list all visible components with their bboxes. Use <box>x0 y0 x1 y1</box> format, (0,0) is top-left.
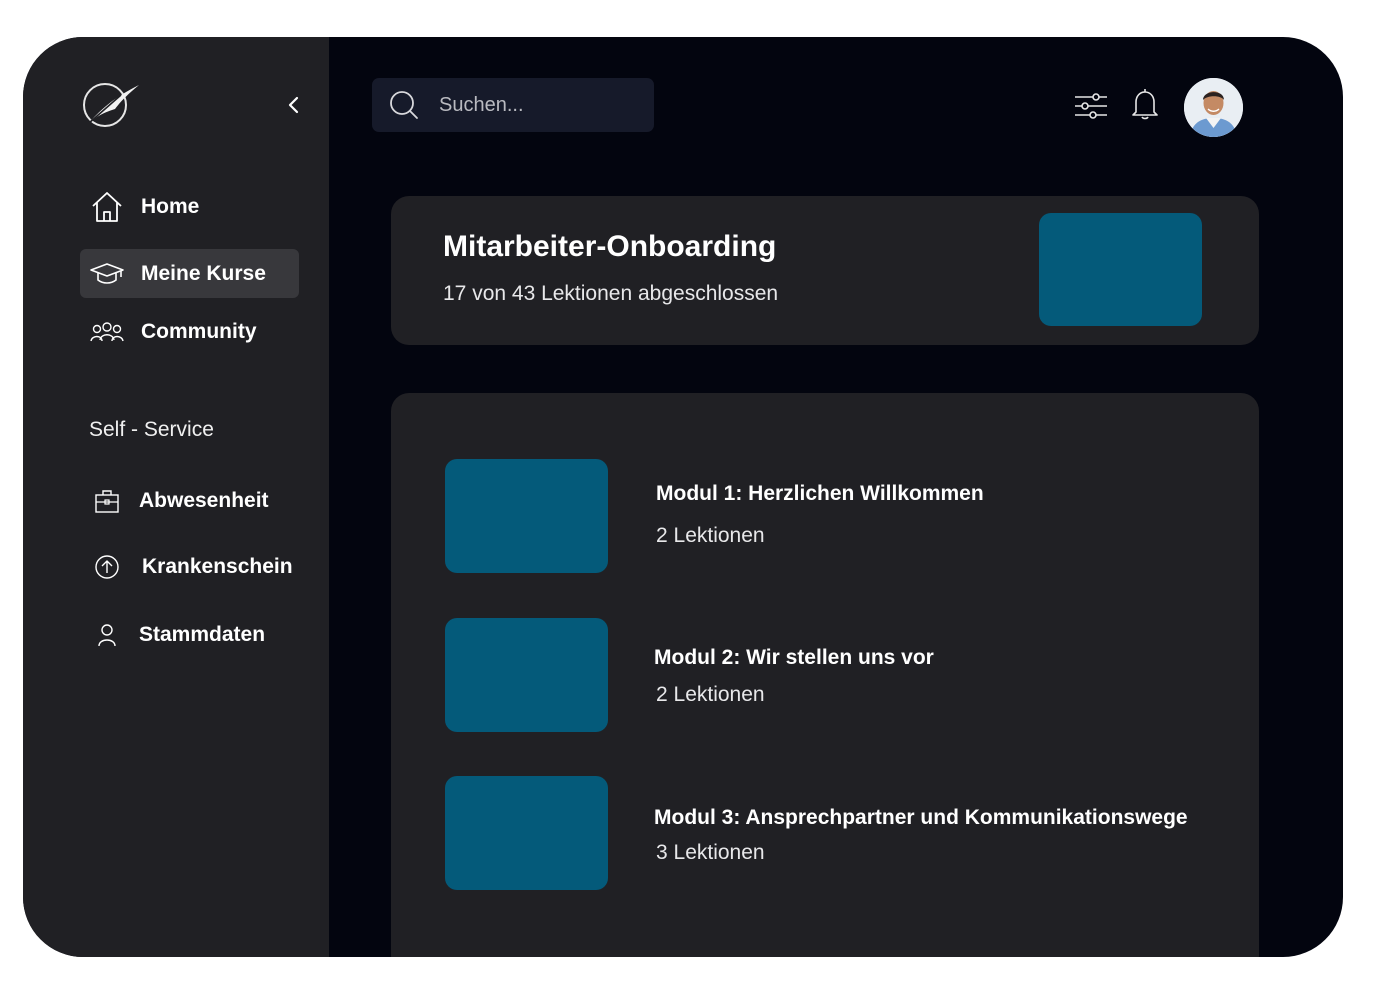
upload-circle-icon <box>89 549 125 585</box>
module-2-title[interactable]: Modul 2: Wir stellen uns vor <box>654 646 934 670</box>
nav-item-stammdaten[interactable]: Stammdaten <box>89 617 265 653</box>
module-1-thumbnail[interactable] <box>445 459 608 573</box>
app-window: Home Meine Kurse Community Self - Servic… <box>23 37 1343 957</box>
nav-item-label: Abwesenheit <box>139 489 269 512</box>
user-avatar[interactable] <box>1184 78 1243 137</box>
module-1-title[interactable]: Modul 1: Herzlichen Willkommen <box>656 482 984 506</box>
search-input[interactable] <box>437 92 641 118</box>
avatar-photo-icon <box>1184 78 1243 137</box>
module-1-lessons: 2 Lektionen <box>656 524 765 547</box>
course-thumbnail <box>1039 213 1202 326</box>
user-icon <box>89 617 125 653</box>
course-summary-card[interactable]: Mitarbeiter-Onboarding 17 von 43 Lektion… <box>391 196 1259 345</box>
module-3-thumbnail[interactable] <box>445 776 608 890</box>
module-list-card: Modul 1: Herzlichen Willkommen 2 Lektion… <box>391 393 1259 957</box>
sidebar: Home Meine Kurse Community Self - Servic… <box>23 37 329 957</box>
search-box[interactable] <box>372 78 654 132</box>
nav-item-label: Krankenschein <box>142 555 293 578</box>
briefcase-icon <box>89 483 125 519</box>
course-title: Mitarbeiter-Onboarding <box>443 230 777 263</box>
search-icon <box>390 91 418 119</box>
module-2-thumbnail[interactable] <box>445 618 608 732</box>
nav-item-community[interactable]: Community <box>89 314 257 350</box>
nav-item-label: Home <box>141 195 200 218</box>
nav-item-home[interactable]: Home <box>89 189 199 225</box>
bell-icon[interactable] <box>1132 88 1158 120</box>
quill-logo-icon <box>83 83 139 127</box>
nav-item-label: Meine Kurse <box>141 261 266 285</box>
nav-item-label: Community <box>141 320 257 343</box>
graduation-cap-icon <box>89 256 125 292</box>
module-3-title[interactable]: Modul 3: Ansprechpartner und Kommunikati… <box>654 806 1188 830</box>
nav-item-label: Stammdaten <box>139 623 266 646</box>
course-progress-text: 17 von 43 Lektionen abgeschlossen <box>443 282 779 305</box>
nav-item-krankenschein[interactable]: Krankenschein <box>89 549 293 585</box>
nav-item-abwesenheit[interactable]: Abwesenheit <box>89 483 269 519</box>
module-3-lessons: 3 Lektionen <box>656 841 765 864</box>
collapse-sidebar-chevron-icon[interactable] <box>285 93 303 117</box>
nav-item-meine-kurse[interactable]: Meine Kurse <box>80 249 299 298</box>
home-icon <box>89 189 125 225</box>
filter-sliders-icon[interactable] <box>1074 91 1108 121</box>
community-icon <box>89 314 125 350</box>
module-2-lessons: 2 Lektionen <box>656 683 765 706</box>
self-service-heading: Self - Service <box>89 418 214 441</box>
